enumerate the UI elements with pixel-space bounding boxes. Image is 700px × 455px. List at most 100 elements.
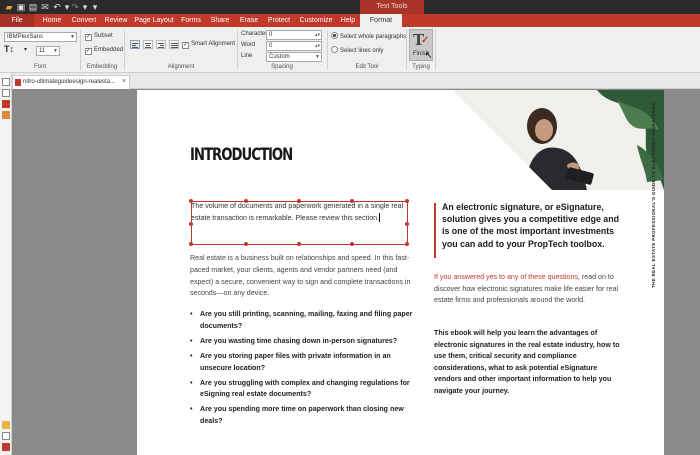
read-on-paragraph: If you answered yes to any of these ques… [434,273,619,305]
tab-forms[interactable]: Forms [178,14,204,27]
redo-icon[interactable]: ↷ [70,2,80,12]
introduction-heading: INTRODUCTION [190,145,293,165]
chevron-down-icon: ▼ [53,48,58,54]
align-right-button[interactable] [156,40,166,49]
comments-icon[interactable] [2,111,10,119]
resize-handle[interactable] [350,199,354,203]
font-family-select[interactable]: IBMPlexSans ▼ [4,32,77,42]
close-icon[interactable]: × [122,76,126,88]
resize-handle[interactable] [244,242,248,246]
character-spacing-label: Character [241,31,268,37]
typing-group-label: Typing [412,64,430,70]
line-spacing-label: Line [241,53,253,59]
tab-share[interactable]: Share [207,14,233,27]
finish-typing-button[interactable]: T ✓ Finish ↖ [409,29,433,61]
list-item: Are you still printing, scanning, mailin… [190,309,415,333]
resize-handle[interactable] [350,242,354,246]
pages-icon[interactable] [2,78,10,86]
resize-handle[interactable] [244,199,248,203]
ribbon-format: IBMPlexSans ▼ T↕ ▾ 11 ▼ Font ✓ Subset ✓ Embe… [0,27,700,73]
title-bar: ▰ ▣ ▤ ✉ ↶ ▾ ↷ ▾ ▾ Text Tools [0,0,700,14]
list-item: Are you wasting time chasing down in-per… [190,336,415,348]
radio-icon [331,46,338,53]
ribbon-tabs: File Home Convert Review Page Layout For… [0,14,700,27]
resize-handle[interactable] [189,199,193,203]
subset-checkbox[interactable]: ✓ Subset [85,32,113,41]
pdf-file-icon [15,79,21,86]
resize-handle[interactable] [297,242,301,246]
word-spacing-input[interactable]: 0 ▴▾ [266,41,322,51]
tab-format[interactable]: Format [360,14,402,27]
bookmarks-icon[interactable] [2,89,10,97]
select-lines-only-radio[interactable]: Select lines only [331,46,383,56]
list-item: Are you storing paper files with private… [190,351,415,375]
tab-file[interactable]: File [0,14,34,27]
text-edit-selection-box[interactable] [189,199,409,246]
output-icon[interactable] [2,432,10,440]
signatures-icon[interactable] [2,443,10,451]
font-size-select[interactable]: 11 ▼ [36,46,60,56]
resize-handle[interactable] [189,242,193,246]
cover-photo [452,90,664,190]
check-icon: ✓ [85,34,92,41]
check-icon: ✓ [182,42,189,49]
align-justify-button[interactable] [169,40,179,49]
email-icon[interactable]: ✉ [40,2,50,12]
list-item: Are you struggling with complex and chan… [190,378,415,402]
resize-handle[interactable] [297,199,301,203]
tab-help[interactable]: Help [337,14,359,27]
redo-dropdown-icon[interactable]: ▾ [80,2,90,12]
callout-text: An electronic signature, or eSignature, … [442,202,619,249]
resize-handle[interactable] [405,199,409,203]
tab-protect[interactable]: Protect [264,14,294,27]
mouse-cursor-icon: ↖ [425,50,433,60]
spacing-group-label: Spacing [271,64,293,70]
highlighted-lead-in: If you answered yes to any of these ques… [434,273,580,281]
radio-selected-icon [331,32,338,39]
smart-alignment-checkbox[interactable]: ✓ Smart Alignment [182,40,235,49]
font-group-label: Font [33,64,46,70]
text-tools-context-label: Text Tools [360,0,424,14]
font-size-icon[interactable]: T↕ [4,44,14,54]
open-folder-icon[interactable]: ▰ [4,2,14,12]
resize-handle[interactable] [405,222,409,226]
side-running-header: THE REAL ESTATE PROFESSIONAL'S GUIDE TO … [651,102,656,288]
character-spacing-input[interactable]: 0 ▴▾ [266,30,322,40]
chevron-down-icon: ▼ [315,54,320,60]
body-paragraph: Real estate is a business built on relat… [190,254,411,298]
tab-customize[interactable]: Customize [297,14,335,27]
print-icon[interactable]: ▤ [28,2,38,12]
tab-review[interactable]: Review [102,14,130,27]
list-item: Are you spending more time on paperwork … [190,404,415,428]
document-tab[interactable]: nitro-ultimateguideesign-realesta... × [12,75,130,89]
checkmark-icon: ✓ [421,35,430,46]
embedding-group-label: Embedding [86,64,118,70]
select-whole-paragraphs-radio[interactable]: Select whole paragraphs [331,32,406,42]
tab-home[interactable]: Home [38,14,66,27]
pdf-page: THE REAL ESTATE PROFESSIONAL'S GUIDE TO … [137,90,664,455]
spinner-icon: ▴▾ [314,43,320,49]
font-size-dropdown-icon[interactable]: ▾ [24,46,27,53]
note-icon[interactable] [2,421,10,429]
resize-handle[interactable] [405,242,409,246]
alignment-group-label: Alignment [167,64,195,70]
resize-handle[interactable] [189,222,193,226]
attachments-icon[interactable] [2,100,10,108]
edit-tool-group-label: Edit Tool [355,64,379,70]
save-icon[interactable]: ▣ [16,2,26,12]
align-center-button[interactable] [143,40,153,49]
undo-icon[interactable]: ↶ [52,2,62,12]
word-spacing-label: Word [241,42,256,48]
tab-erase[interactable]: Erase [236,14,262,27]
callout-accent-bar [434,203,436,258]
spinner-icon: ▴▾ [314,32,320,38]
align-left-button[interactable] [130,40,140,49]
divider [435,30,436,70]
chevron-down-icon: ▼ [70,34,75,40]
embedded-checkbox[interactable]: ✓ Embedded [85,46,123,55]
check-icon: ✓ [85,48,92,55]
tab-convert[interactable]: Convert [68,14,100,27]
line-spacing-select[interactable]: Custom ▼ [266,52,322,62]
customize-toolbar-icon[interactable]: ▾ [90,2,100,12]
tab-page-layout[interactable]: Page Layout [133,14,175,27]
